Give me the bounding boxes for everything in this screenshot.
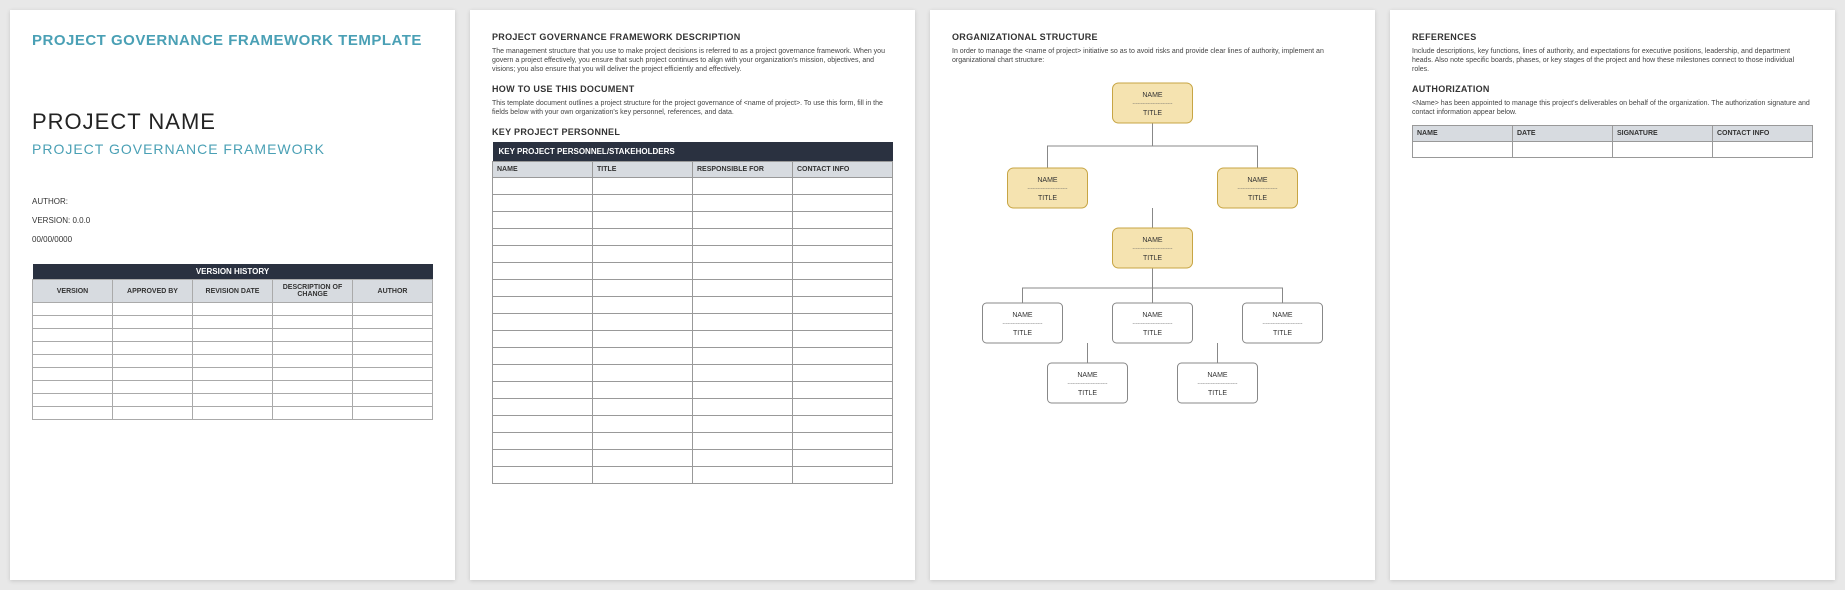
svg-text:NAME: NAME [1012, 312, 1033, 319]
auth-body: <Name> has been appointed to manage this… [1412, 99, 1813, 117]
kp-row [493, 450, 893, 467]
svg-text:------------------------: ------------------------ [1133, 101, 1173, 107]
svg-text:NAME: NAME [1037, 177, 1058, 184]
version-history-row [33, 329, 433, 342]
how-body: This template document outlines a projec… [492, 99, 893, 117]
page-1: PROJECT GOVERNANCE FRAMEWORK TEMPLATE PR… [10, 10, 455, 580]
kp-col-title: TITLE [593, 162, 693, 178]
svg-text:TITLE: TITLE [1248, 195, 1267, 202]
svg-text:TITLE: TITLE [1143, 255, 1162, 262]
project-subtitle: PROJECT GOVERNANCE FRAMEWORK [32, 141, 433, 157]
ref-heading: REFERENCES [1412, 32, 1813, 42]
kp-row [493, 212, 893, 229]
key-personnel-table: KEY PROJECT PERSONNEL/STAKEHOLDERS NAME … [492, 142, 893, 484]
page-4: REFERENCES Include descriptions, key fun… [1390, 10, 1835, 580]
kp-row [493, 314, 893, 331]
svg-text:------------------------: ------------------------ [1198, 381, 1238, 387]
auth-heading: AUTHORIZATION [1412, 84, 1813, 94]
vh-col-revdate: REVISION DATE [193, 280, 273, 303]
desc-body: The management structure that you use to… [492, 47, 893, 74]
auth-col-date: DATE [1513, 126, 1613, 142]
kp-row [493, 297, 893, 314]
kp-row [493, 433, 893, 450]
vh-col-author: AUTHOR [353, 280, 433, 303]
kp-col-contact: CONTACT INFO [793, 162, 893, 178]
version-history-title: VERSION HISTORY [33, 264, 433, 280]
kp-row [493, 195, 893, 212]
auth-col-sig: SIGNATURE [1613, 126, 1713, 142]
kp-row [493, 331, 893, 348]
org-heading: ORGANIZATIONAL STRUCTURE [952, 32, 1353, 42]
svg-text:NAME: NAME [1142, 312, 1163, 319]
auth-header-row: NAME DATE SIGNATURE CONTACT INFO [1413, 126, 1813, 142]
svg-text:------------------------: ------------------------ [1238, 186, 1278, 192]
svg-text:NAME: NAME [1207, 372, 1228, 379]
svg-text:------------------------: ------------------------ [1263, 321, 1303, 327]
svg-text:TITLE: TITLE [1013, 330, 1032, 337]
version-history-row [33, 381, 433, 394]
desc-heading: PROJECT GOVERNANCE FRAMEWORK DESCRIPTION [492, 32, 893, 42]
kp-row [493, 467, 893, 484]
svg-text:------------------------: ------------------------ [1068, 381, 1108, 387]
kp-row [493, 365, 893, 382]
version-history-row [33, 355, 433, 368]
page-3: ORGANIZATIONAL STRUCTURE In order to man… [930, 10, 1375, 580]
svg-text:NAME: NAME [1142, 237, 1163, 244]
version-history-row [33, 368, 433, 381]
kp-row [493, 178, 893, 195]
svg-text:TITLE: TITLE [1078, 390, 1097, 397]
svg-text:TITLE: TITLE [1143, 330, 1162, 337]
kp-row [493, 399, 893, 416]
kp-row [493, 416, 893, 433]
kp-row [493, 348, 893, 365]
svg-text:NAME: NAME [1247, 177, 1268, 184]
vh-col-version: VERSION [33, 280, 113, 303]
version-label: VERSION: 0.0.0 [32, 216, 433, 225]
date-label: 00/00/0000 [32, 235, 433, 244]
version-history-header: VERSION APPROVED BY REVISION DATE DESCRI… [33, 280, 433, 303]
vh-col-desc: DESCRIPTION OF CHANGE [273, 280, 353, 303]
kp-header-row: NAME TITLE RESPONSIBLE FOR CONTACT INFO [493, 162, 893, 178]
kp-table-title: KEY PROJECT PERSONNEL/STAKEHOLDERS [493, 142, 893, 162]
kp-row [493, 263, 893, 280]
svg-text:------------------------: ------------------------ [1003, 321, 1043, 327]
kp-row [493, 229, 893, 246]
svg-text:------------------------: ------------------------ [1028, 186, 1068, 192]
how-heading: HOW TO USE THIS DOCUMENT [492, 84, 893, 94]
vh-col-approved: APPROVED BY [113, 280, 193, 303]
version-history-table: VERSION HISTORY VERSION APPROVED BY REVI… [32, 264, 433, 420]
kp-col-name: NAME [493, 162, 593, 178]
svg-text:TITLE: TITLE [1208, 390, 1227, 397]
svg-text:NAME: NAME [1077, 372, 1098, 379]
kp-row [493, 382, 893, 399]
svg-text:TITLE: TITLE [1273, 330, 1292, 337]
kp-row [493, 280, 893, 297]
version-history-row [33, 394, 433, 407]
ref-body: Include descriptions, key functions, lin… [1412, 47, 1813, 74]
auth-col-name: NAME [1413, 126, 1513, 142]
kp-row [493, 246, 893, 263]
auth-row [1413, 142, 1813, 158]
auth-col-contact: CONTACT INFO [1713, 126, 1813, 142]
org-box-title: TITLE [1143, 110, 1162, 117]
project-name: PROJECT NAME [32, 109, 433, 135]
version-history-row [33, 303, 433, 316]
version-history-row [33, 407, 433, 420]
auth-table: NAME DATE SIGNATURE CONTACT INFO [1412, 125, 1813, 158]
svg-text:NAME: NAME [1272, 312, 1293, 319]
kp-col-resp: RESPONSIBLE FOR [693, 162, 793, 178]
svg-text:------------------------: ------------------------ [1133, 321, 1173, 327]
org-chart: NAME ------------------------ TITLE NAME… [952, 73, 1353, 473]
svg-text:TITLE: TITLE [1038, 195, 1057, 202]
org-body: In order to manage the <name of project>… [952, 47, 1353, 65]
org-box-name: NAME [1142, 92, 1163, 99]
kp-heading: KEY PROJECT PERSONNEL [492, 127, 893, 137]
version-history-row [33, 316, 433, 329]
svg-text:------------------------: ------------------------ [1133, 246, 1173, 252]
template-title: PROJECT GOVERNANCE FRAMEWORK TEMPLATE [32, 32, 433, 49]
author-label: AUTHOR: [32, 197, 433, 206]
page-2: PROJECT GOVERNANCE FRAMEWORK DESCRIPTION… [470, 10, 915, 580]
version-history-row [33, 342, 433, 355]
